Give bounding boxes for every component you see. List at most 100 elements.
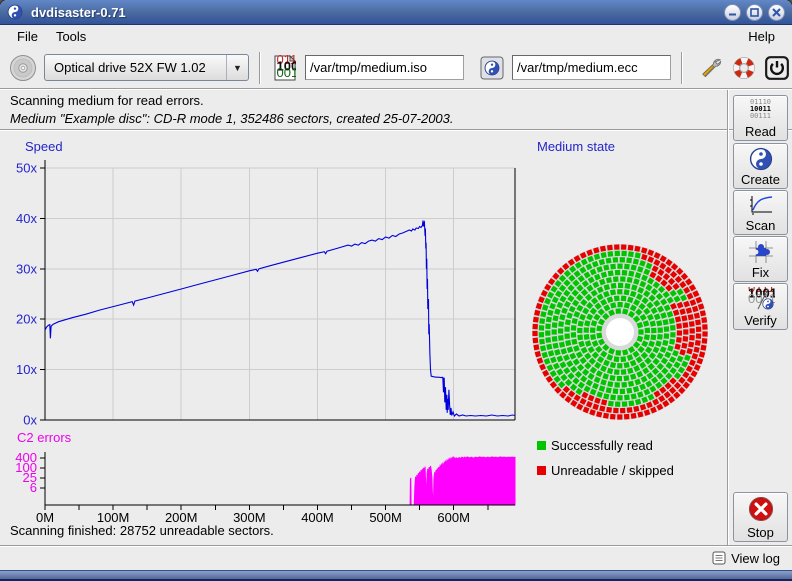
- window-title: dvdisaster-0.71: [31, 5, 126, 20]
- quit-button[interactable]: [762, 53, 792, 83]
- create-button[interactable]: Create: [733, 143, 788, 189]
- disc-sector-cell: [631, 393, 637, 399]
- medium-state-legend: Successfully read Unreadable / skipped: [537, 438, 674, 478]
- disc-sector-cell: [559, 342, 565, 348]
- disc-sector-cell: [681, 315, 687, 321]
- scan-button[interactable]: Scan: [733, 190, 788, 235]
- disc-sector-cell: [614, 382, 619, 387]
- maximize-button[interactable]: [746, 4, 763, 21]
- sidebar-separator: [727, 90, 729, 545]
- disc-sector-cell: [608, 270, 614, 276]
- close-button[interactable]: [768, 4, 785, 21]
- disc-sector-cell: [614, 296, 620, 302]
- disc-hole: [606, 318, 634, 346]
- disc-sector-cell: [611, 283, 617, 289]
- preferences-button[interactable]: [696, 53, 726, 83]
- disc-sector-cell: [613, 408, 618, 413]
- disc-sector-cell: [689, 335, 695, 341]
- disc-sector-cell: [688, 314, 694, 320]
- menu-help[interactable]: Help: [739, 27, 784, 46]
- fix-button[interactable]: Fix: [733, 236, 788, 282]
- disc-sector-cell: [702, 324, 707, 329]
- disc-sector-cell: [620, 257, 625, 262]
- statusbar: View log: [0, 545, 792, 570]
- speed-series-line: [45, 220, 515, 416]
- speed-y-tick-label: 20x: [16, 312, 37, 327]
- stop-button[interactable]: Stop: [733, 492, 788, 542]
- window-bottom-border[interactable]: [0, 570, 792, 581]
- status-messages: Scanning medium for read errors. Medium …: [10, 92, 454, 128]
- disc-sector-cell: [564, 333, 570, 339]
- minimize-button[interactable]: [724, 4, 741, 21]
- disc-sector-cell: [613, 257, 619, 263]
- disc-sector-cell: [617, 289, 622, 294]
- disc-sector-cell: [631, 265, 637, 271]
- power-icon: [764, 55, 790, 81]
- disc-sector-cell: [628, 400, 634, 406]
- disc-sector-cell: [627, 277, 633, 283]
- status-line-action: Scanning medium for read errors.: [10, 92, 454, 110]
- x-axis-tick-label: 500M: [369, 510, 402, 525]
- legend-good-swatch: [537, 441, 546, 450]
- legend-good-label: Successfully read: [551, 438, 653, 453]
- help-button[interactable]: [729, 53, 759, 83]
- disc-sector-cell: [624, 362, 630, 368]
- disc-sector-cell: [622, 270, 628, 276]
- disc-sector-cell: [610, 264, 616, 270]
- disc-sector-cell: [670, 332, 675, 337]
- fix-icon: [748, 240, 774, 264]
- disc-sector-cell: [552, 329, 557, 334]
- c2-y-tick-label: 400: [15, 450, 37, 465]
- disc-sector-cell: [670, 325, 676, 331]
- lifesaver-icon: [731, 55, 757, 81]
- disc-sector-cell: [663, 319, 669, 325]
- disc-sector-cell: [601, 252, 607, 258]
- disc-sector-cell: [621, 369, 627, 375]
- wrench-icon: [698, 55, 724, 81]
- disc-sector-cell: [615, 350, 621, 356]
- speed-y-tick-label: 30x: [16, 261, 37, 276]
- disc-sector-cell: [610, 375, 616, 381]
- titlebar[interactable]: dvdisaster-0.71: [0, 0, 792, 25]
- disc-sector-cell: [627, 407, 633, 413]
- disc-sector-cell: [622, 401, 628, 407]
- disc-sector-cell: [532, 324, 538, 330]
- disc-sector-cell: [571, 325, 577, 331]
- scan-icon: [748, 194, 774, 216]
- disc-sector-cell: [615, 402, 620, 407]
- disc-sector-cell: [664, 326, 670, 332]
- view-log-label: View log: [731, 551, 780, 566]
- verify-icon: 01110 10011 00111: [747, 287, 775, 311]
- disc-sector-cell: [610, 362, 616, 368]
- stop-button-label: Stop: [747, 525, 774, 540]
- disc-sector-cell: [696, 333, 701, 338]
- disc-sector-cell: [624, 395, 630, 401]
- disc-sector-cell: [617, 264, 622, 269]
- disc-sector-cell: [533, 317, 539, 323]
- speed-y-tick-label: 10x: [16, 362, 37, 377]
- disc-sector-cell: [620, 389, 625, 394]
- verify-button[interactable]: 01110 10011 00111 Verify: [733, 283, 788, 330]
- disc-sector-cell: [617, 414, 622, 419]
- disc-sector-cell: [656, 320, 662, 326]
- disc-sector-cell: [696, 327, 701, 332]
- disc-sector-cell: [628, 271, 634, 277]
- disc-sector-cell: [615, 251, 620, 256]
- disc-sector-cell: [628, 245, 634, 251]
- disc-sector-cell: [690, 328, 695, 333]
- iso-path-input[interactable]: [305, 55, 464, 80]
- status-line-medium: Medium "Example disc": CD-R mode 1, 3524…: [10, 110, 454, 128]
- disc-sector-cell: [615, 308, 621, 314]
- read-button[interactable]: 01110 10011 00111 Read: [733, 95, 788, 141]
- disc-sector-cell: [621, 382, 627, 388]
- disc-sector-cell: [615, 270, 620, 275]
- ecc-path-input[interactable]: [512, 55, 671, 80]
- menu-file[interactable]: File: [8, 27, 47, 46]
- drive-selector[interactable]: Optical drive 52X FW 1.02 ▼: [44, 54, 249, 81]
- disc-sector-cell: [626, 388, 632, 394]
- view-log-button[interactable]: View log: [708, 549, 784, 568]
- menu-tools[interactable]: Tools: [47, 27, 95, 46]
- disc-sector-cell: [610, 289, 616, 295]
- disc-sector-cell: [669, 339, 675, 345]
- disc-sector-cell: [620, 356, 626, 362]
